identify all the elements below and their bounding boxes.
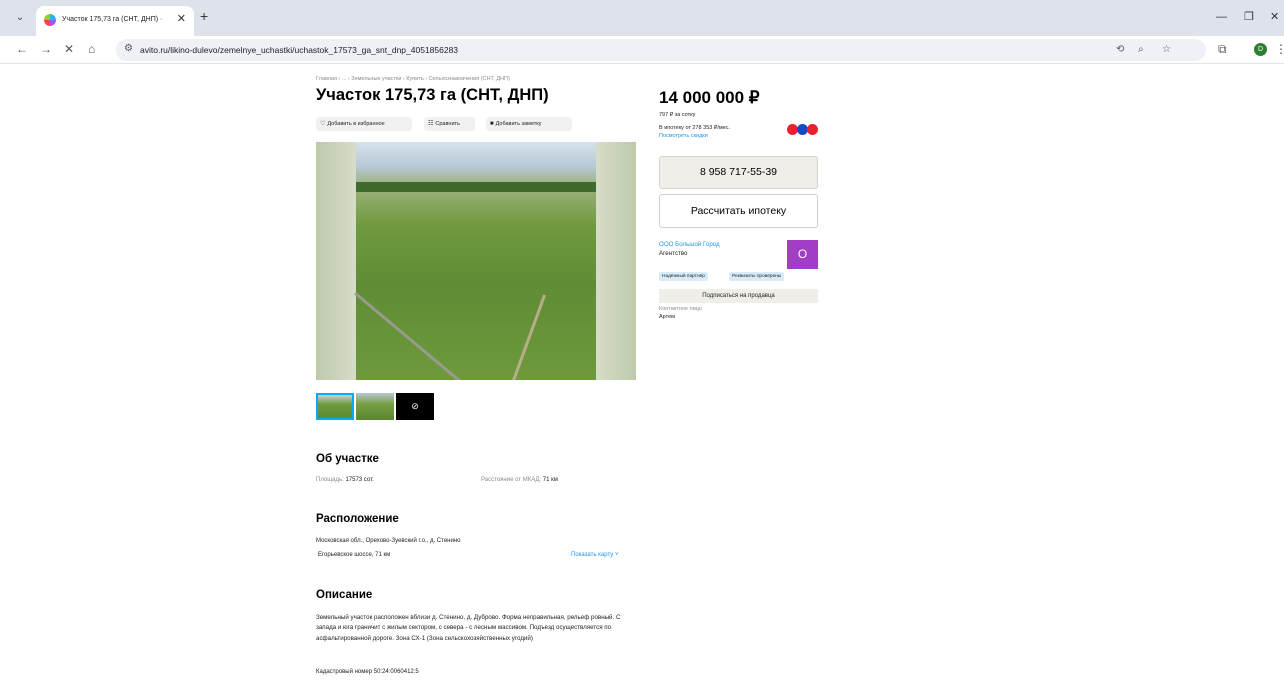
price-per-unit: 797 ₽ за сотку (659, 112, 696, 118)
avito-favicon-icon (44, 14, 56, 26)
note-label: Добавить заметку (495, 121, 542, 127)
translate-icon[interactable]: ⟲ (1116, 43, 1124, 57)
extensions-icon[interactable]: ⧉ (1218, 42, 1227, 56)
browser-menu-icon[interactable]: ⋮ (1275, 42, 1284, 56)
subscribe-seller-button[interactable]: Подписаться на продавца (659, 289, 818, 303)
breadcrumb[interactable]: Главная › ... › Земельные участки › Купи… (316, 76, 510, 82)
show-map-link[interactable]: Показать карту ˅ (571, 550, 618, 560)
page-title: Участок 175,73 га (СНТ, ДНП) (316, 86, 549, 104)
restore-icon[interactable]: ❐ (1244, 10, 1254, 24)
contact-name: Артем (659, 314, 675, 320)
about-heading: Об участке (316, 453, 379, 465)
aerial-field-photo (354, 142, 596, 380)
browser-tab-bar: ⌄ Участок 175,73 га (СНТ, ДНП) · ✕ + — ❐… (0, 0, 1284, 36)
address: Московская обл., Орехово-Зуевский г.о., … (316, 538, 461, 544)
photo-road (354, 292, 464, 380)
address-bar[interactable]: ⚙ avito.ru/likino-dulevo/zemelnye_uchast… (116, 39, 1206, 61)
thumbnail-more-icon[interactable]: ⊘ (396, 393, 434, 420)
seller-avatar[interactable]: О (787, 240, 818, 269)
compare-label: Сравнить (435, 121, 460, 127)
forward-icon[interactable]: → (40, 42, 52, 56)
tab-search-chevron-icon[interactable]: ⌄ (12, 10, 28, 26)
thumbnail-1[interactable] (316, 393, 354, 420)
stop-icon[interactable]: ✕ (64, 42, 74, 56)
photo-blur-left (316, 142, 356, 380)
favorites-label: Добавить в избранное (327, 121, 385, 127)
seller-type: Агентство (659, 250, 688, 257)
photo-blur-right (596, 142, 636, 380)
cadastral-number: Кадастровый номер 50:24:0060412:5 (316, 669, 419, 675)
distance-label: Расстояние от МКАД: (481, 477, 543, 483)
location-heading: Расположение (316, 513, 399, 525)
url-text: avito.ru/likino-dulevo/zemelnye_uchastki… (140, 45, 459, 55)
bank-badge-icon (807, 124, 818, 135)
photo-dirt-road (508, 294, 547, 380)
note-icon: ■ (490, 121, 494, 127)
site-settings-icon[interactable]: ⚙ (124, 43, 133, 54)
home-icon[interactable]: ⌂ (88, 42, 95, 56)
close-window-icon[interactable]: ✕ (1270, 10, 1279, 24)
distance-row: Расстояние от МКАД: 71 км (481, 475, 558, 485)
area-row: Площадь: 17573 сот. (316, 475, 374, 485)
add-note-button[interactable]: ■ Добавить заметку (486, 117, 572, 131)
browser-toolbar: ← → ✕ ⌂ ⚙ avito.ru/likino-dulevo/zemelny… (0, 36, 1284, 64)
browser-tab[interactable]: Участок 175,73 га (СНТ, ДНП) · ✕ (36, 6, 194, 36)
distance-value: 71 км (542, 477, 558, 483)
area-label: Площадь: (316, 477, 346, 483)
verified-details-badge: Реквизиты проверены (729, 272, 785, 281)
discounts-link[interactable]: Посмотреть скидки (659, 131, 708, 141)
tab-title: Участок 175,73 га (СНТ, ДНП) · (62, 16, 163, 23)
show-phone-button[interactable]: 8 958 717-55-39 (659, 156, 818, 189)
photo-forest-line (356, 182, 596, 192)
minimize-icon[interactable]: — (1216, 10, 1227, 24)
description-text: Земельный участок расположен вблизи д. С… (316, 614, 621, 642)
profile-avatar[interactable]: D (1254, 43, 1267, 56)
bookmark-star-icon[interactable]: ☆ (1162, 43, 1171, 57)
thumbnail-2[interactable] (356, 393, 394, 420)
compare-icon: ☷ (428, 121, 434, 127)
bank-badges (787, 124, 819, 135)
heart-icon: ♡ (320, 121, 326, 127)
area-value: 17573 сот. (345, 477, 374, 483)
tab-close-icon[interactable]: ✕ (177, 12, 186, 26)
new-tab-button[interactable]: + (200, 8, 208, 24)
back-icon[interactable]: ← (16, 42, 28, 56)
trusted-partner-badge: Надёжный партнёр (659, 272, 708, 281)
calculate-mortgage-button[interactable]: Рассчитать ипотеку (659, 194, 818, 228)
price: 14 000 000 ₽ (659, 88, 760, 107)
add-to-favorites-button[interactable]: ♡ Добавить в избранное (316, 117, 412, 131)
road: Егорьевское шоссе, 71 км (318, 552, 391, 558)
zoom-icon[interactable]: ⌕ (1138, 43, 1144, 57)
compare-button[interactable]: ☷ Сравнить (424, 117, 475, 131)
description-heading: Описание (316, 589, 373, 601)
main-photo[interactable] (316, 142, 636, 380)
